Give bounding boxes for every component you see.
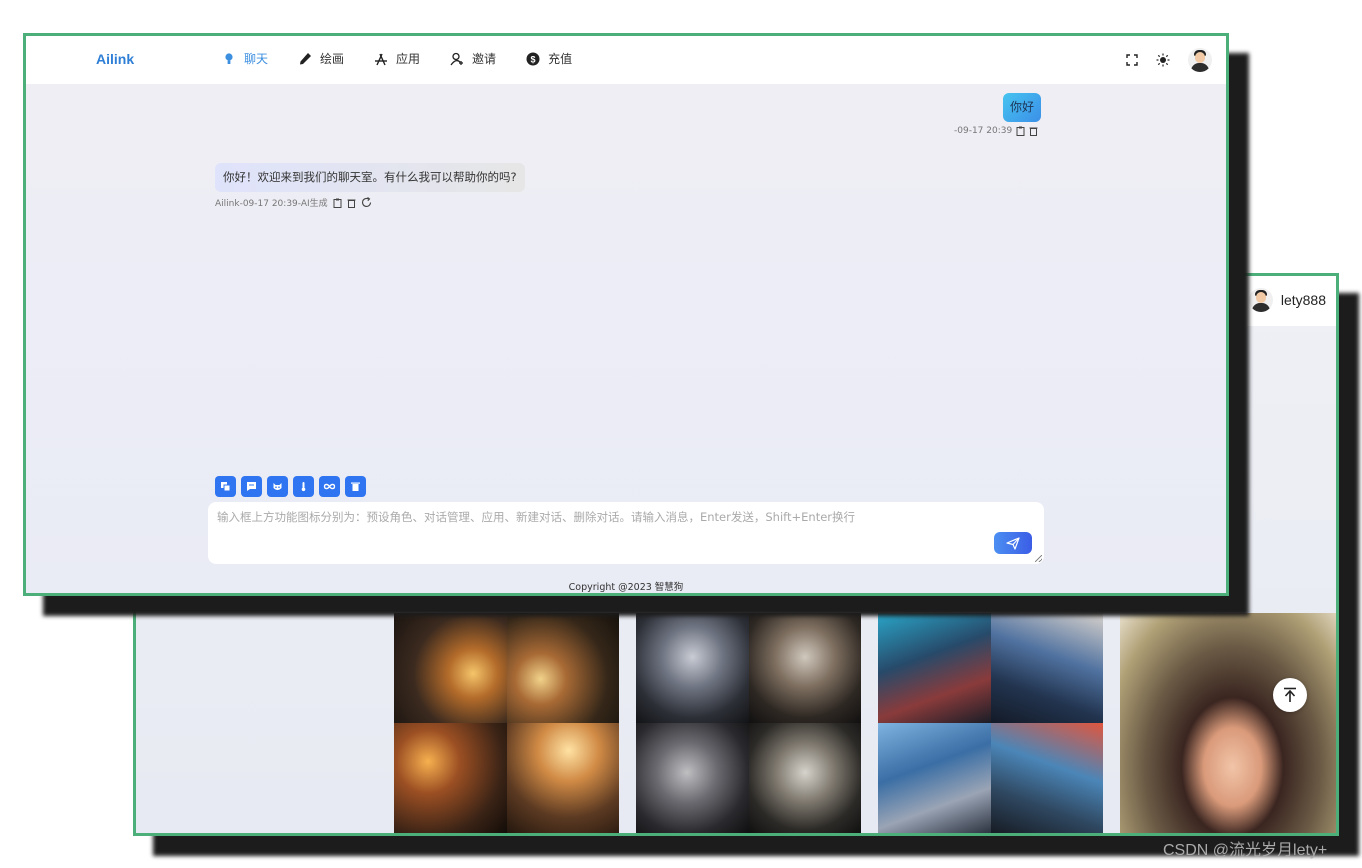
preset-role-button[interactable] [215,476,236,497]
message-input[interactable] [208,502,1044,564]
avatar[interactable] [1188,48,1212,72]
gallery-image-girl-portrait[interactable] [1120,613,1336,833]
copy-icon[interactable] [1016,126,1025,136]
app-store-icon [375,53,388,65]
csdn-watermark: CSDN @流光岁月lety+ [1163,842,1328,859]
preset-role-icon [221,482,231,492]
ai-message-info: Ailink-09-17 20:39-AI生成 [215,199,328,209]
conversation-manage-icon [247,482,256,491]
user-message-bubble: 你好 [1003,93,1042,122]
apps-button[interactable] [267,476,288,497]
gallery-image-elder-warrior[interactable] [636,613,861,833]
sun-icon[interactable] [1156,53,1170,67]
copy-icon[interactable] [333,198,342,208]
nav-label-draw: 绘画 [320,52,345,66]
nav-item-apps[interactable]: 应用 [374,50,420,67]
new-conversation-button[interactable] [293,476,314,497]
gallery-image-sunset-hat[interactable] [394,613,619,833]
app-logo[interactable]: Ailink [96,51,134,67]
header-actions [1126,48,1212,72]
delete-conversation-icon [351,482,360,491]
delete-conversation-button[interactable] [345,476,366,497]
nav-item-recharge[interactable]: $ 充值 [526,50,572,67]
svg-text:$: $ [531,54,536,64]
conversation-manage-button[interactable] [241,476,262,497]
front-window: Ailink 聊天 绘画 应用 邀请 $ 充值 你好 -09-17 20:39 … [23,33,1229,596]
message-input-box [208,502,1044,564]
nav-label-apps: 应用 [396,52,421,66]
pencil-icon [300,52,312,64]
arrow-up-icon [1284,687,1296,702]
infinity-icon [323,483,336,490]
nav-item-draw[interactable]: 绘画 [298,50,344,67]
delete-icon[interactable] [1029,126,1038,136]
send-button[interactable] [994,532,1032,554]
user-profile[interactable]: lety888 [1248,288,1326,312]
lightbulb-icon [225,52,233,64]
back-to-top-button[interactable] [1273,678,1307,712]
nav-label-chat: 聊天 [244,52,269,66]
infinity-button[interactable] [319,476,340,497]
dollar-icon: $ [526,52,540,65]
avatar[interactable] [1248,288,1273,312]
invite-user-icon [450,52,464,65]
user-message-meta: -09-17 20:39 [954,126,1038,136]
username: lety888 [1280,292,1326,308]
user-message-time: -09-17 20:39 [954,126,1013,136]
input-toolbar [215,476,366,497]
nav-label-invite: 邀请 [472,52,497,66]
nav-item-chat[interactable]: 聊天 [222,50,268,67]
ai-message-bubble: 你好！欢迎来到我们的聊天室。有什么我可以帮助你的吗? [215,163,525,192]
thermometer-icon [301,482,306,492]
gallery-image-blue-hair-cyber[interactable] [878,613,1103,833]
image-gallery [394,613,1336,833]
send-icon [1006,536,1020,550]
nav-item-invite[interactable]: 邀请 [450,50,496,67]
apps-icon [273,483,282,490]
regenerate-icon[interactable] [361,197,372,208]
nav-label-recharge: 充值 [548,52,573,66]
copyright-footer: Copyright @2023 智慧狗 [568,582,684,593]
nav-menu: 聊天 绘画 应用 邀请 $ 充值 [222,50,572,67]
resize-handle[interactable] [1035,555,1042,562]
fullscreen-icon[interactable] [1126,54,1138,66]
top-navigation: Ailink 聊天 绘画 应用 邀请 $ 充值 [26,36,1226,84]
ai-message-meta: Ailink-09-17 20:39-AI生成 [215,196,372,209]
delete-icon[interactable] [347,198,356,208]
